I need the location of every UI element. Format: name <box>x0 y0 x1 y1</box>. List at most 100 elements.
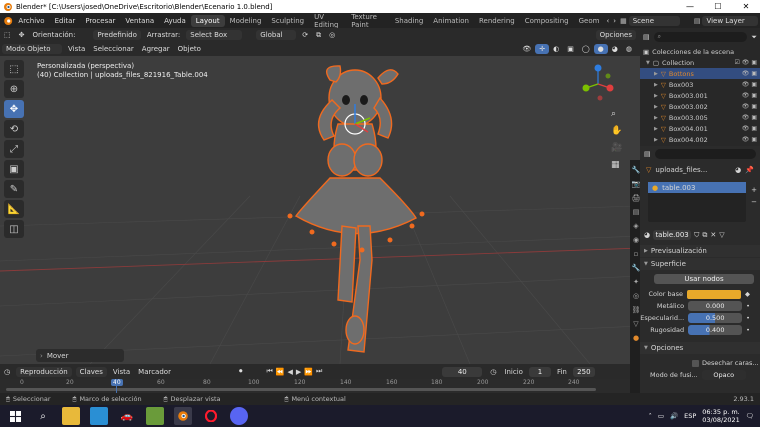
chevron-left-icon[interactable]: ‹ <box>606 17 609 25</box>
particles-tab-icon[interactable]: ✦ <box>633 278 639 286</box>
shading-rendered-icon[interactable]: ◍ <box>622 44 636 54</box>
expand-icon[interactable]: ▼ <box>646 60 650 66</box>
tab-modeling[interactable]: Modeling <box>225 15 267 27</box>
material-slot-list[interactable]: ● table.003 <box>648 182 746 222</box>
visibility-icon[interactable]: 👁 <box>518 44 535 54</box>
outliner-collection[interactable]: ▼ ▢ Collection ☑ 👁 ▣ <box>640 57 760 68</box>
outliner-item[interactable]: ▶ ▽ Box004.002 👁 ▣ <box>640 134 760 145</box>
tab-rendering[interactable]: Rendering <box>474 15 520 27</box>
expand-icon[interactable]: ▶ <box>654 93 658 99</box>
tab-animation[interactable]: Animation <box>428 15 474 27</box>
link-dropdown-icon[interactable]: ▽ <box>719 231 724 239</box>
eye-icon[interactable]: 👁 ▣ <box>742 103 757 110</box>
scene-selector[interactable]: Scene <box>628 15 680 26</box>
network-icon[interactable]: ▭ <box>658 412 664 420</box>
eye-icon[interactable]: 👁 ▣ <box>742 136 757 143</box>
base-color-swatch[interactable] <box>687 289 741 299</box>
expand-icon[interactable]: ▶ <box>654 82 658 88</box>
clock[interactable]: 06:35 p. m. 03/08/2021 <box>702 408 739 424</box>
orientation-dropdown[interactable]: Predefinido <box>93 30 141 40</box>
properties-search-input[interactable] <box>654 149 756 159</box>
notifications-icon[interactable]: 🗨 <box>746 412 754 420</box>
expand-icon[interactable]: ▶ <box>654 104 658 110</box>
eye-icon[interactable]: 👁 ▣ <box>742 125 757 132</box>
gizmo-toggle-icon[interactable]: ✛ <box>535 44 550 54</box>
cursor-tool-icon[interactable]: ⊕ <box>4 80 24 98</box>
discord-icon[interactable] <box>230 407 248 425</box>
snap-icon[interactable]: ⧉ <box>312 30 325 41</box>
keyframe-icon[interactable]: • <box>746 302 750 310</box>
expand-icon[interactable]: ▶ <box>654 115 658 121</box>
keyframe-icon[interactable]: ◆ <box>745 290 750 298</box>
scale-tool-icon[interactable]: ⤢ <box>4 140 24 158</box>
measure-tool-icon[interactable]: 📐 <box>4 200 24 218</box>
transform-tool-icon[interactable]: ▣ <box>4 160 24 178</box>
remove-slot-button[interactable]: − <box>751 198 757 206</box>
menu-add[interactable]: Agregar <box>138 44 174 54</box>
expand-icon[interactable]: ▶ <box>654 71 658 77</box>
menu-edit[interactable]: Editar <box>50 17 81 25</box>
zoom-view-icon[interactable]: ⌕ <box>611 109 616 119</box>
clock-icon[interactable]: ◷ <box>0 367 14 377</box>
eye-icon[interactable]: 👁 ▣ <box>742 81 757 88</box>
checkbox-icon[interactable]: ☑ 👁 ▣ <box>735 59 757 66</box>
funnel-icon[interactable]: ⏷ <box>751 33 757 42</box>
outliner-item[interactable]: ▶ ▽ Box003 👁 ▣ <box>640 79 760 90</box>
search-icon[interactable]: ⌕ <box>34 407 52 425</box>
car-app-icon[interactable]: 🚗 <box>118 407 136 425</box>
add-slot-button[interactable]: + <box>751 186 757 194</box>
record-icon[interactable]: ⏺ <box>235 366 247 377</box>
store-icon[interactable] <box>90 407 108 425</box>
keys-dropdown[interactable]: Claves <box>75 366 107 377</box>
minecraft-icon[interactable] <box>146 407 164 425</box>
pivot-icon[interactable]: ⟳ <box>298 30 312 40</box>
tray-chevron-icon[interactable]: ˄ <box>649 412 652 420</box>
clock-small-icon[interactable]: ◷ <box>490 368 496 376</box>
eye-icon[interactable]: 👁 ▣ <box>742 92 757 99</box>
view-layer-selector[interactable]: View Layer <box>702 15 758 26</box>
play-reverse-icon[interactable]: ◀ <box>287 368 292 376</box>
roughness-slider[interactable]: 0.400 <box>688 325 743 335</box>
view-layer-tab-icon[interactable]: ▤ <box>633 208 640 216</box>
mode-dropdown[interactable]: Modo Objeto <box>2 44 62 54</box>
select-tool-icon[interactable]: ⬚ <box>0 30 15 40</box>
object-tab-icon[interactable]: ▫ <box>634 250 639 258</box>
filter-icon[interactable]: ▤ <box>643 33 650 41</box>
pan-view-icon[interactable]: ✋ <box>611 126 622 136</box>
outliner-search-input[interactable]: ⌕ <box>653 32 748 42</box>
playback-dropdown[interactable]: Reproducción <box>16 366 72 377</box>
physics-tab-icon[interactable]: ◎ <box>633 292 639 300</box>
file-explorer-icon[interactable] <box>62 407 80 425</box>
menu-object[interactable]: Objeto <box>174 44 205 54</box>
ortho-toggle-icon[interactable]: ▦ <box>611 160 620 170</box>
select-box-tool-icon[interactable]: ⬚ <box>4 60 24 78</box>
material-name-field[interactable]: table.003 <box>653 230 692 240</box>
drag-dropdown[interactable]: Select Box <box>186 30 243 40</box>
xray-icon[interactable]: ▣ <box>563 44 578 54</box>
timeline-ruler[interactable]: 0 20 40 60 80 100 120 140 160 180 200 22… <box>0 379 630 393</box>
keyframe-icon[interactable]: • <box>746 326 750 334</box>
tab-compositing[interactable]: Compositing <box>520 15 574 27</box>
browse-material-icon[interactable]: ◕ <box>644 231 650 239</box>
chevron-right-icon[interactable]: › <box>613 17 616 25</box>
shield-icon[interactable]: ⛉ <box>694 231 699 240</box>
move-tool-active-icon[interactable]: ✥ <box>4 100 24 118</box>
preview-section[interactable]: ▶ Previsualización <box>640 245 760 257</box>
copy-icon[interactable]: ⧉ <box>702 231 707 240</box>
jump-end-icon[interactable]: ⏭ <box>316 367 322 376</box>
timeline-view-menu[interactable]: Vista <box>109 367 134 377</box>
world-tab-icon[interactable]: ◉ <box>633 236 639 244</box>
move-tool-icon[interactable]: ✥ <box>15 30 29 40</box>
editor-type-icon[interactable]: ▤ <box>644 150 651 158</box>
surface-section[interactable]: ▼ Superficie <box>640 258 760 270</box>
annotate-tool-icon[interactable]: ✎ <box>4 180 24 198</box>
navigation-gizmo[interactable] <box>578 64 618 104</box>
eye-icon[interactable]: 👁 ▣ <box>742 114 757 121</box>
eye-icon[interactable]: 👁 ▣ <box>742 70 757 77</box>
shading-material-icon[interactable]: ◕ <box>608 44 622 54</box>
menu-render[interactable]: Procesar <box>80 17 120 25</box>
next-key-icon[interactable]: ⏩ <box>304 368 313 376</box>
pin-icon[interactable]: 📌 <box>745 166 754 174</box>
overlay-toggle-icon[interactable]: ◐ <box>549 44 563 54</box>
maximize-button[interactable]: ☐ <box>704 0 732 13</box>
